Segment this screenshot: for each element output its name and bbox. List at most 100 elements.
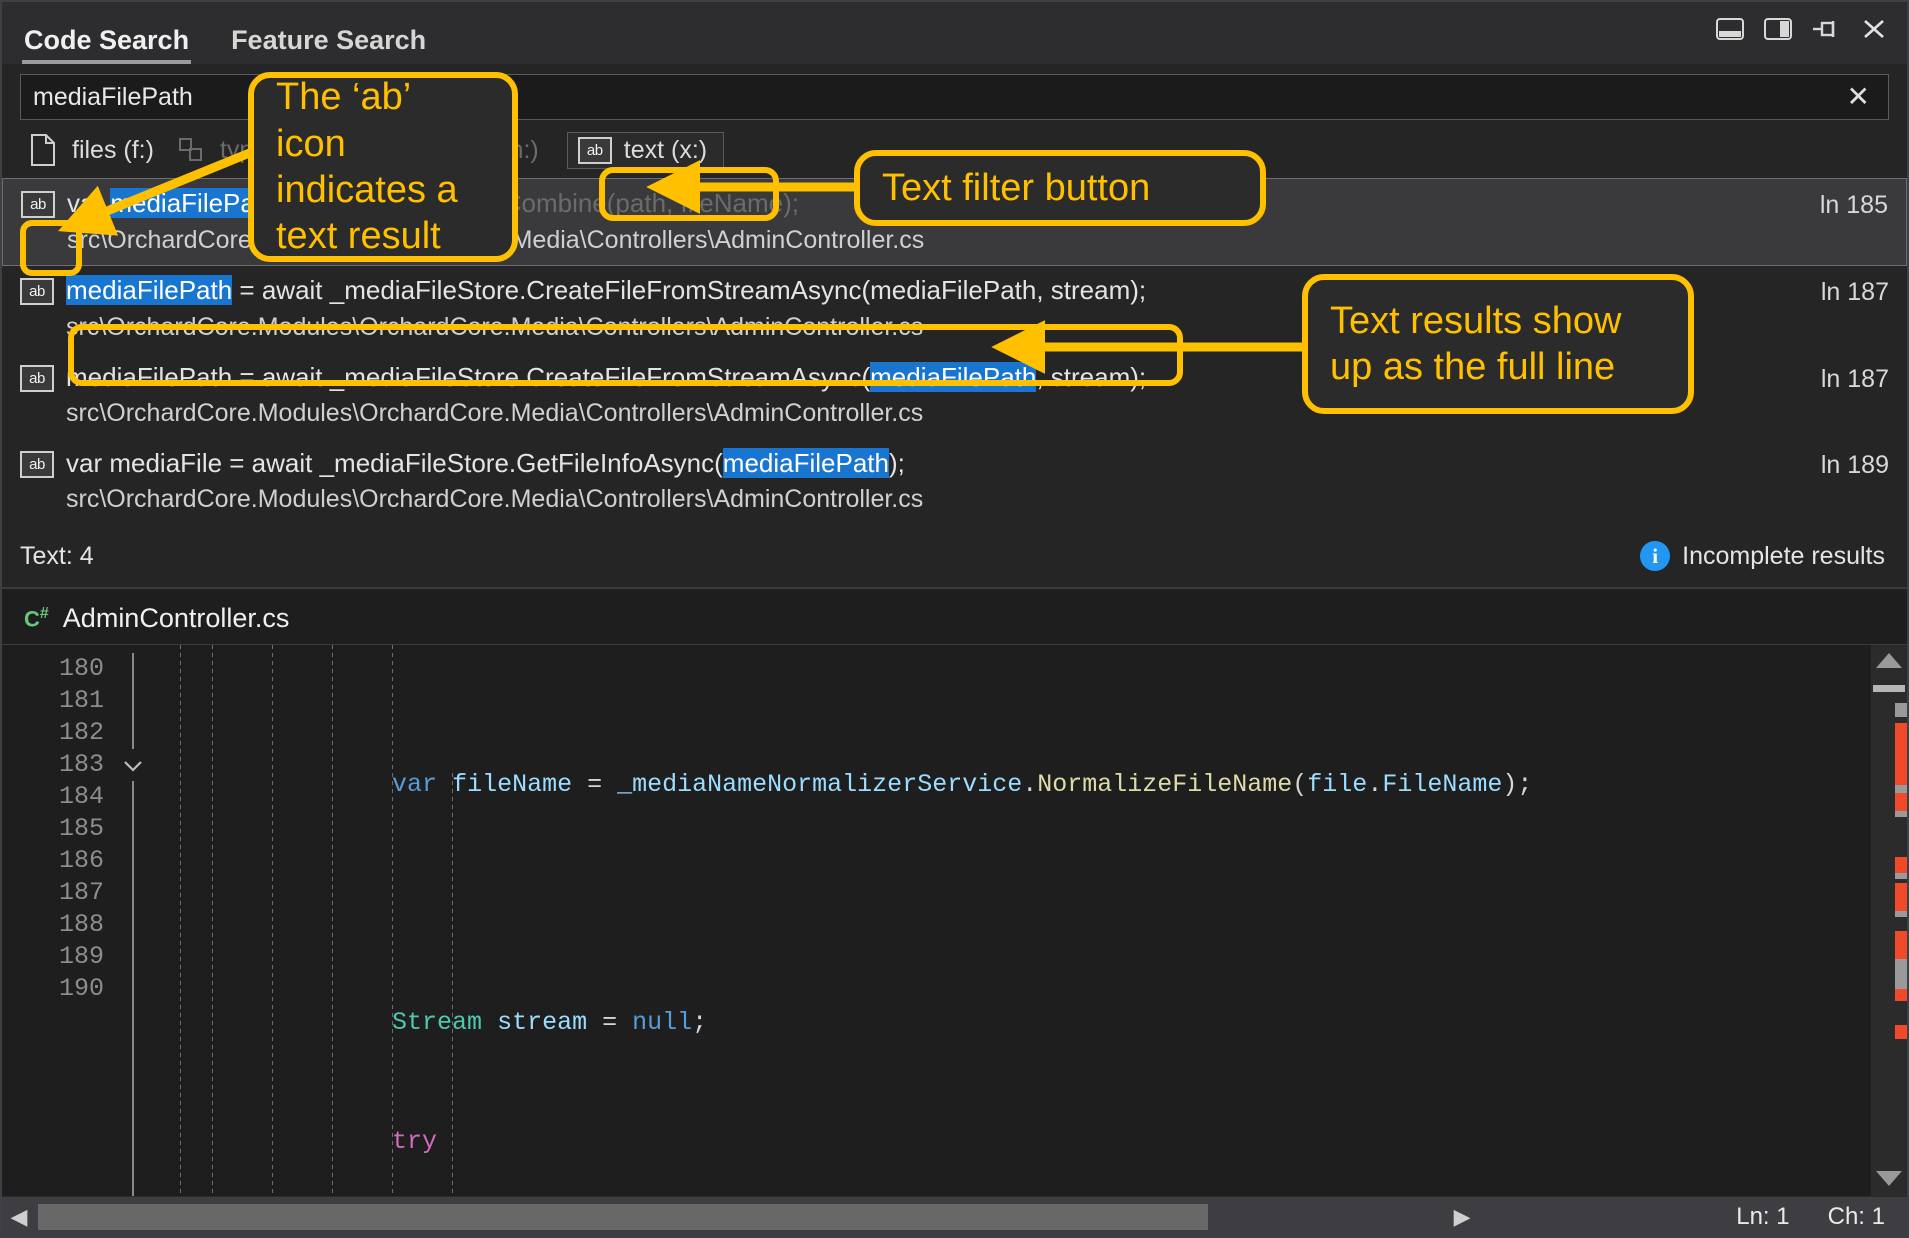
result-count-bar: Text: 4 i Incomplete results [2, 525, 1907, 588]
indent-guides [152, 645, 1871, 1196]
window-controls [1715, 14, 1889, 44]
result-1-pre: var [67, 188, 110, 218]
filter-files[interactable]: files (f:) [20, 130, 168, 170]
mark [1895, 989, 1907, 1001]
scroll-left-arrow-icon[interactable]: ◀ [2, 1204, 36, 1230]
code-area: 180 181 182 183 184 185 186 187 188 189 … [2, 644, 1907, 1196]
types-icon [174, 134, 208, 166]
full-line-callout: Text results show up as the full line [1302, 274, 1694, 414]
scroll-up-arrow-icon[interactable] [1876, 653, 1902, 668]
title-bar: Code Search Feature Search [2, 2, 1907, 64]
result-1-line-number: ln 185 [1804, 187, 1888, 220]
mark [1895, 785, 1907, 793]
line-number: 181 [2, 685, 104, 717]
mark [1895, 703, 1907, 717]
text-filter-callout-text: Text filter button [882, 165, 1150, 211]
result-4-path: src\OrchardCore.Modules\OrchardCore.Medi… [66, 483, 1805, 517]
result-2-match: mediaFilePath [66, 275, 232, 305]
line-number: 189 [2, 941, 104, 973]
incomplete-results-indicator: i Incomplete results [1640, 541, 1885, 571]
result-4-pre: var mediaFile = await _mediaFileStore.Ge… [66, 448, 723, 478]
mark [1895, 857, 1907, 873]
result-4-line: var mediaFile = await _mediaFileStore.Ge… [66, 447, 1805, 480]
tab-feature-search[interactable]: Feature Search [227, 27, 440, 64]
code-line-183: try [152, 1126, 1871, 1158]
file-icon [26, 134, 60, 166]
result-row-4[interactable]: ab var mediaFile = await _mediaFileStore… [2, 439, 1907, 525]
close-icon[interactable] [1859, 14, 1889, 44]
line-number: 186 [2, 845, 104, 877]
code-search-window: Code Search Feature Search [0, 0, 1909, 1238]
ab-icon-callout: The ‘ab’ icon indicates a text result [248, 72, 518, 262]
line-number: 180 [2, 653, 104, 685]
mark [1895, 811, 1907, 817]
tab-code-search[interactable]: Code Search [20, 27, 203, 64]
line-number: 185 [2, 813, 104, 845]
status-column-number: Ch: 1 [1828, 1203, 1885, 1231]
text-result-count: Text: 4 [20, 542, 94, 571]
fold-line-lower [132, 781, 134, 1196]
scroll-down-arrow-icon[interactable] [1876, 1171, 1902, 1186]
ab-icon-callout-text: The ‘ab’ icon indicates a text result [276, 74, 490, 259]
filter-files-label: files (f:) [72, 136, 154, 165]
horizontal-scrollbar-status: ◀ ▶ Ln: 1 Ch: 1 [2, 1196, 1907, 1236]
result-4-post: ); [889, 448, 905, 478]
horizontal-scroll-thumb[interactable] [38, 1204, 1208, 1230]
result-3-ab-icon: ab [20, 361, 66, 392]
info-icon: i [1640, 541, 1670, 571]
mark [1895, 1025, 1907, 1039]
code-text[interactable]: var fileName = _mediaNameNormalizerServi… [152, 645, 1871, 1196]
line-number: 190 [2, 973, 104, 1005]
mark [1895, 873, 1907, 879]
mark [1895, 723, 1907, 785]
clear-search-icon[interactable]: ✕ [1841, 83, 1876, 111]
fold-chevron-icon[interactable] [114, 749, 152, 781]
pin-icon[interactable] [1811, 14, 1841, 44]
result-3-line-number: ln 187 [1805, 361, 1889, 394]
line-number: 183 [2, 749, 104, 781]
full-line-highlight-box [68, 324, 1183, 386]
result-1-ab-icon: ab [21, 187, 67, 218]
result-4-match: mediaFilePath [723, 448, 889, 478]
line-number: 182 [2, 717, 104, 749]
result-4-ab-icon: ab [20, 447, 66, 478]
code-line-182: Stream stream = null; [152, 1007, 1871, 1039]
ab-icon: ab [578, 137, 612, 164]
line-number: 188 [2, 909, 104, 941]
mark [1895, 883, 1907, 911]
vertical-scrollbar[interactable] [1871, 645, 1907, 1196]
code-line-180: var fileName = _mediaNameNormalizerServi… [152, 769, 1871, 801]
result-2-post: = await _mediaFileStore.CreateFileFromSt… [232, 275, 1146, 305]
result-2-line-number: ln 187 [1805, 274, 1889, 307]
incomplete-results-label: Incomplete results [1682, 542, 1885, 571]
fold-margin[interactable] [114, 645, 152, 1196]
mark [1895, 931, 1907, 959]
mark [1895, 793, 1907, 811]
editor-status: Ln: 1 Ch: 1 [1714, 1203, 1907, 1231]
mark [1895, 911, 1907, 917]
tab-strip: Code Search Feature Search [20, 2, 464, 64]
scrollbar-marks [1895, 685, 1907, 1156]
filter-text-label: text (x:) [624, 136, 707, 165]
preview-header: C# AdminController.cs [2, 589, 1907, 644]
fold-line-upper [132, 653, 134, 749]
result-2-ab-icon: ab [20, 274, 66, 305]
line-number: 187 [2, 877, 104, 909]
dock-side-icon[interactable] [1763, 14, 1793, 44]
dock-bottom-icon[interactable] [1715, 14, 1745, 44]
full-line-callout-text: Text results show up as the full line [1330, 298, 1666, 391]
mark [1895, 959, 1907, 989]
code-line-181 [152, 888, 1871, 920]
preview-file-name: AdminController.cs [63, 603, 290, 634]
line-number-gutter: 180 181 182 183 184 185 186 187 188 189 … [2, 645, 114, 1196]
line-number: 184 [2, 781, 104, 813]
filter-text-button[interactable]: ab text (x:) [567, 132, 724, 169]
text-filter-highlight-box [599, 167, 779, 221]
scroll-right-arrow-icon[interactable]: ▶ [1445, 1204, 1479, 1230]
code-preview-pane: C# AdminController.cs 180 181 182 183 18… [2, 588, 1907, 1236]
ab-icon-result-highlight-box [20, 220, 82, 276]
status-line-number: Ln: 1 [1736, 1203, 1789, 1231]
result-4-line-number: ln 189 [1805, 447, 1889, 480]
csharp-icon: C# [24, 605, 49, 632]
text-filter-callout: Text filter button [854, 150, 1266, 226]
